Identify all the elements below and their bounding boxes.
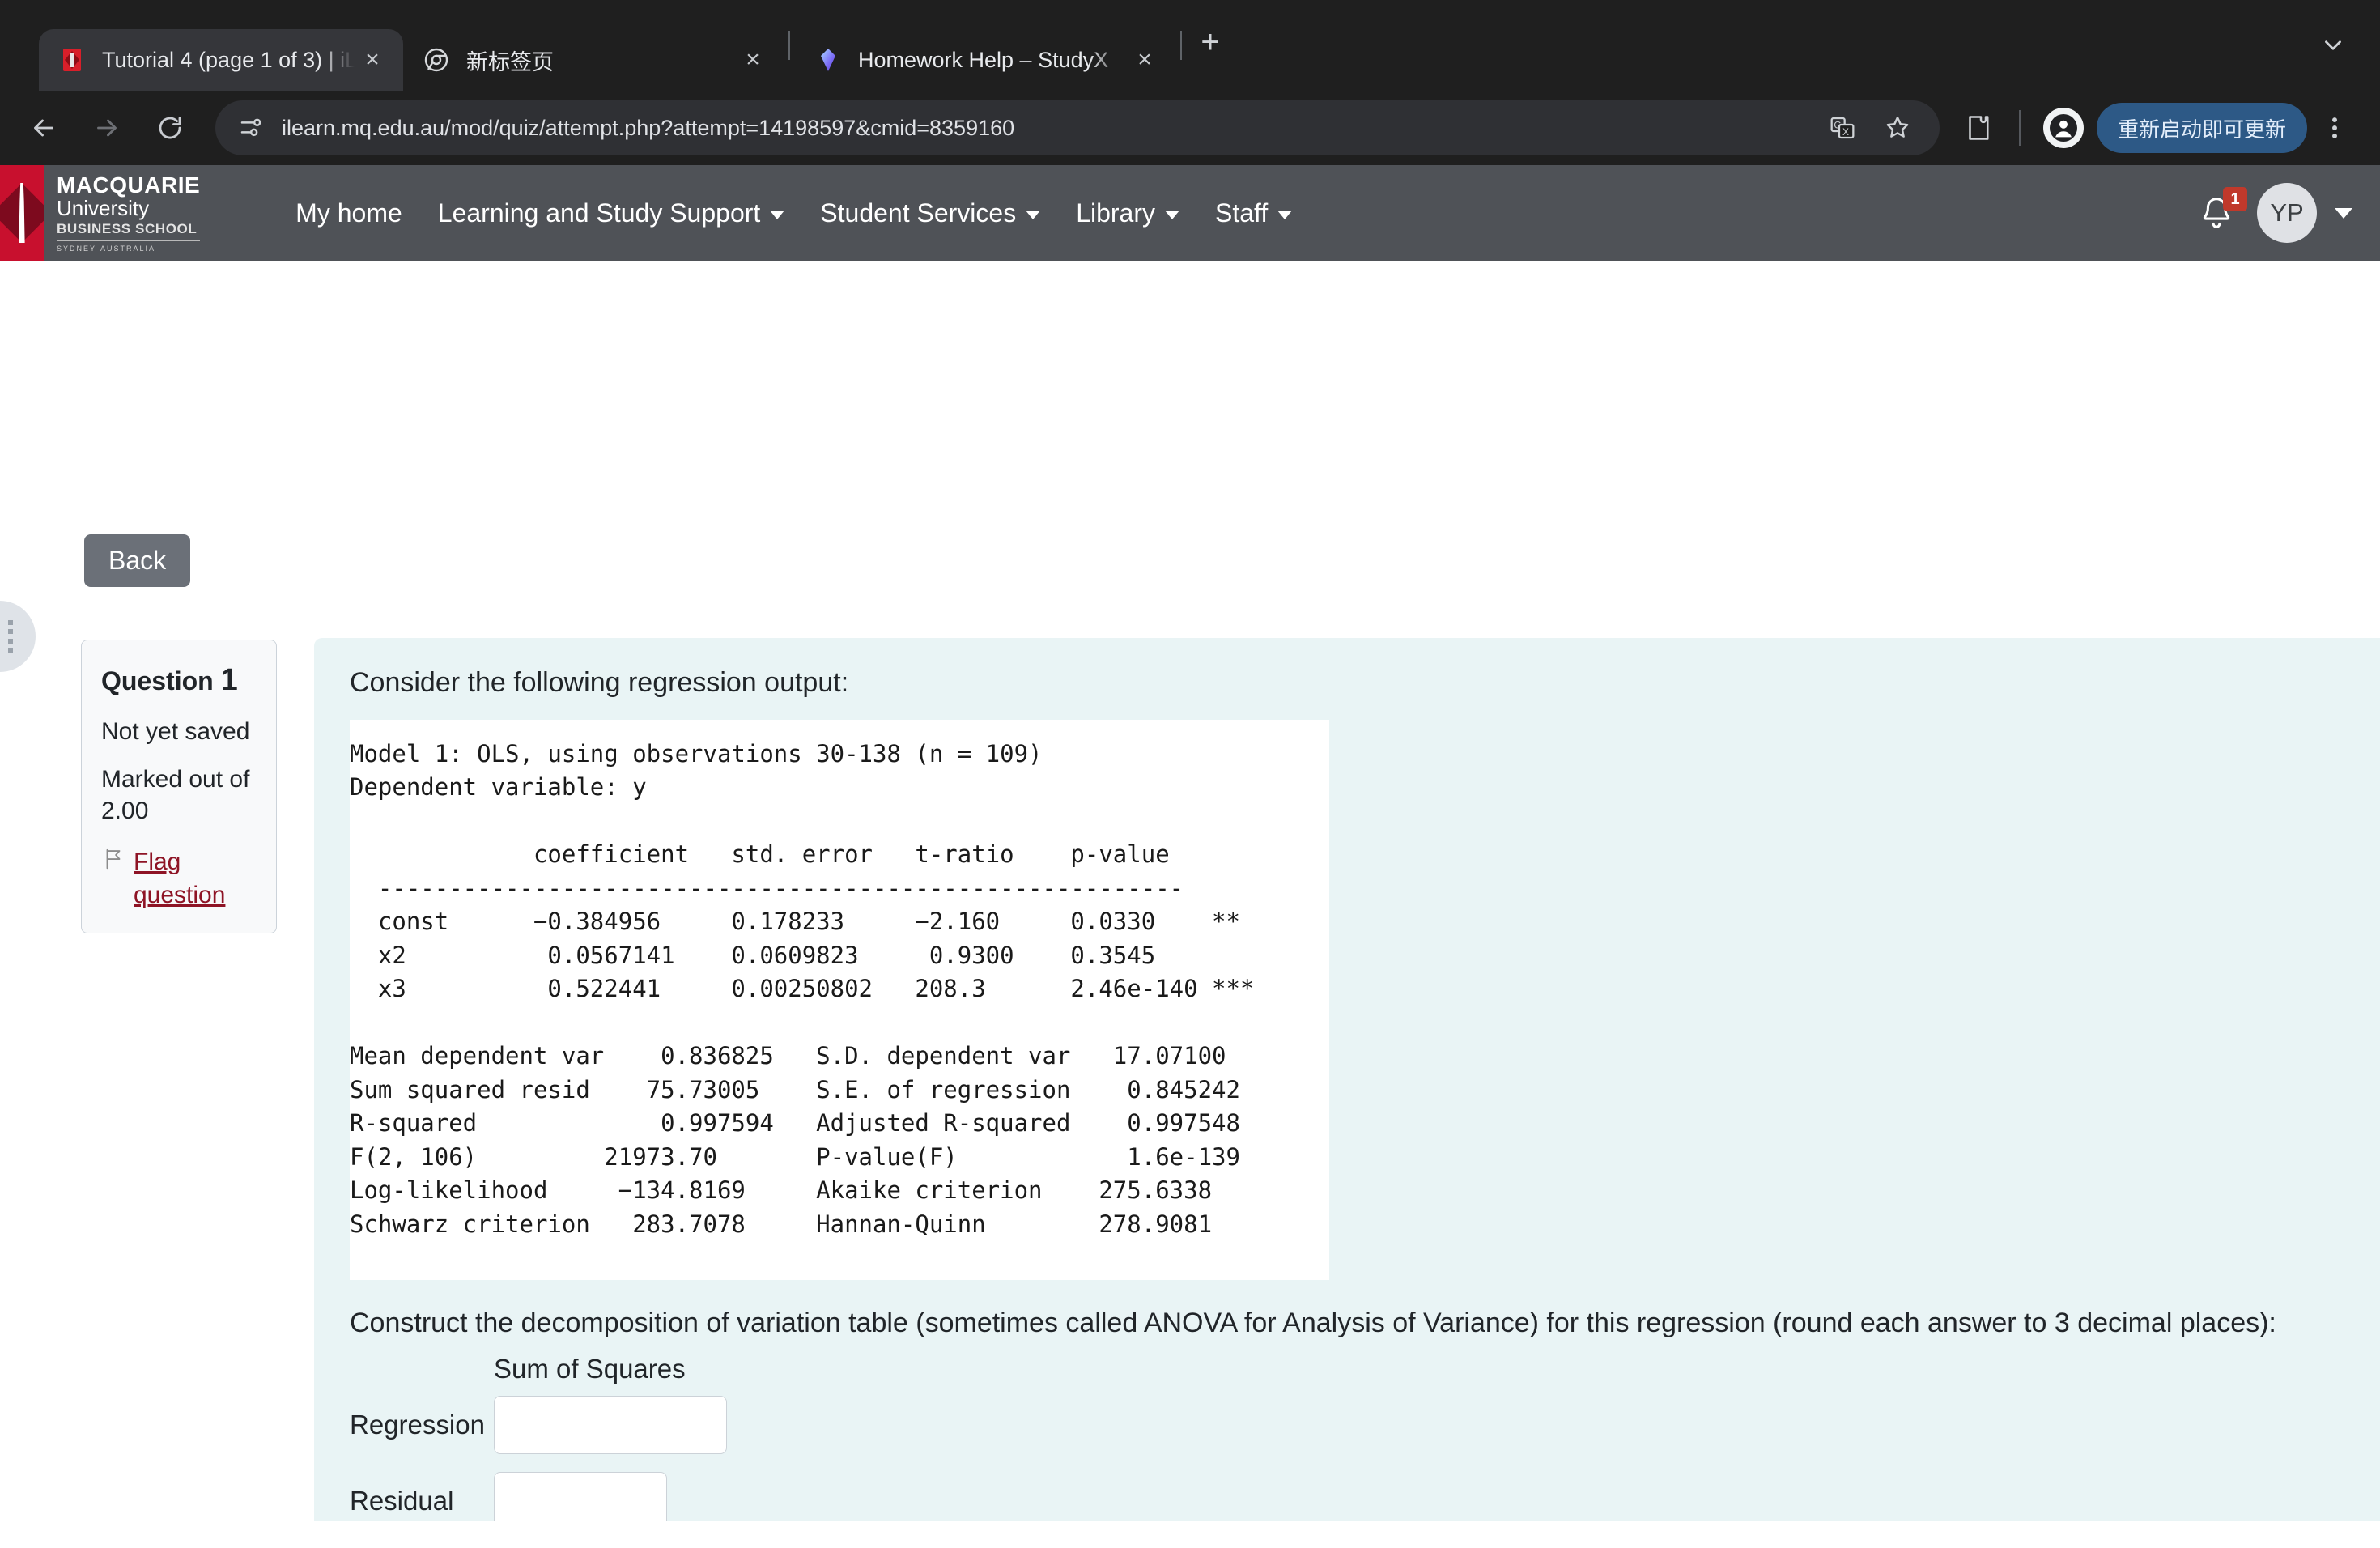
question-number: 1 (220, 663, 238, 697)
chevron-down-icon (770, 210, 785, 219)
reload-icon[interactable] (141, 99, 199, 157)
browser-tab-title: Tutorial 4 (page 1 of 3) | iLearn (102, 47, 355, 72)
close-icon[interactable]: × (735, 42, 771, 78)
browser-tab-title: 新标签页 (466, 49, 554, 74)
browser-chrome: Tutorial 4 (page 1 of 3) | iLearn × 新标签页… (0, 0, 2380, 165)
flag-question-link[interactable]: Flag question (134, 846, 257, 912)
nav-item-label: Staff (1215, 198, 1269, 228)
page-viewport: MACQUARIE University BUSINESS SCHOOL SYD… (0, 165, 2380, 1521)
nav-item-my-home[interactable]: My home (278, 198, 420, 228)
back-navigation-icon[interactable] (15, 99, 73, 157)
chevron-down-icon[interactable] (2310, 23, 2356, 68)
logo-line-3: BUSINESS SCHOOL (57, 220, 201, 242)
close-icon[interactable]: × (1127, 42, 1162, 78)
flag-question-control[interactable]: Flag question (101, 846, 257, 912)
notifications-button[interactable]: 1 (2194, 187, 2247, 236)
studyx-favicon (814, 46, 842, 74)
chevron-down-icon (1026, 210, 1041, 219)
drawer-toggle-handle[interactable] (0, 601, 36, 672)
nav-item-learning-and-study-support[interactable]: Learning and Study Support (420, 198, 803, 228)
browser-tab-3[interactable]: Homework Help – StudyX × (795, 29, 1175, 91)
site-header: MACQUARIE University BUSINESS SCHOOL SYD… (0, 165, 2380, 261)
nav-item-label: Student Services (820, 198, 1017, 228)
browser-tab-2[interactable]: 新标签页 × (403, 29, 784, 91)
question-prompt: Consider the following regression output… (350, 667, 849, 698)
tab-divider (788, 31, 790, 60)
tab-divider (1180, 31, 1182, 60)
nav-item-label: Learning and Study Support (437, 198, 761, 228)
logo-line-1: MACQUARIE (57, 172, 201, 198)
logo-line-2: University (57, 196, 150, 221)
anova-table: Sum of Squares Regression Residual Total… (350, 1354, 2377, 1521)
residual-sum-of-squares-input[interactable] (494, 1472, 667, 1521)
anova-row-residual: Residual (350, 1472, 2377, 1521)
close-icon[interactable]: × (355, 42, 390, 78)
macquarie-logo[interactable]: MACQUARIE University BUSINESS SCHOOL SYD… (0, 165, 201, 261)
question-number-heading: Question 1 (101, 663, 257, 698)
macquarie-crest-icon (0, 165, 44, 261)
chevron-down-icon (1165, 210, 1179, 219)
chrome-favicon (423, 46, 450, 74)
question-save-state: Not yet saved (101, 718, 250, 745)
nav-item-label: Library (1076, 198, 1155, 228)
anova-row-regression: Regression (350, 1396, 2377, 1455)
extensions-icon[interactable] (1953, 102, 2004, 154)
site-navigation: My home Learning and Study Support Stude… (278, 198, 2194, 228)
anova-row-label: Regression (350, 1410, 485, 1440)
translate-icon[interactable]: G X (1818, 104, 1867, 152)
flag-icon (101, 846, 125, 872)
nav-item-label: My home (295, 198, 402, 228)
avatar[interactable]: YP (2257, 183, 2317, 243)
browser-menu-icon[interactable] (2312, 103, 2357, 153)
site-settings-icon[interactable] (233, 109, 270, 147)
back-button[interactable]: Back (84, 534, 191, 587)
svg-text:X: X (1842, 126, 1849, 138)
regression-sum-of-squares-input[interactable] (494, 1396, 727, 1455)
question-word: Question (101, 666, 214, 695)
anova-instruction: Construct the decomposition of variation… (350, 1308, 2276, 1339)
browser-tabstrip: Tutorial 4 (page 1 of 3) | iLearn × 新标签页… (0, 0, 2380, 91)
macquarie-favicon (58, 46, 86, 74)
url-text: ilearn.mq.edu.au/mod/quiz/attempt.php?at… (282, 115, 1015, 140)
question-marks: Marked out of 2.00 (101, 766, 250, 824)
notification-badge: 1 (2223, 187, 2247, 211)
forward-navigation-icon[interactable] (78, 99, 136, 157)
restart-to-update-button[interactable]: 重新启动即可更新 (2096, 103, 2307, 153)
toolbar-divider (2018, 110, 2021, 146)
profile-icon[interactable] (2042, 108, 2084, 148)
browser-tab-1[interactable]: Tutorial 4 (page 1 of 3) | iLearn × (39, 29, 403, 91)
nav-item-staff[interactable]: Staff (1197, 198, 1310, 228)
nav-item-student-services[interactable]: Student Services (802, 198, 1058, 228)
chevron-down-icon (1277, 210, 1293, 219)
grip-dots-icon (8, 620, 13, 653)
anova-column-header: Sum of Squares (494, 1354, 686, 1384)
nav-item-library[interactable]: Library (1058, 198, 1197, 228)
regression-output-block: Model 1: OLS, using observations 30-138 … (350, 720, 1329, 1281)
chevron-down-icon[interactable] (2335, 207, 2352, 219)
anova-row-label: Residual (350, 1486, 454, 1516)
bookmark-star-icon[interactable] (1873, 104, 1922, 152)
new-tab-button[interactable]: + (1187, 19, 1234, 66)
address-bar[interactable]: ilearn.mq.edu.au/mod/quiz/attempt.php?at… (215, 100, 1940, 155)
browser-tab-title: Homework Help – StudyX (858, 47, 1109, 72)
logo-line-4: SYDNEY·AUSTRALIA (57, 245, 156, 253)
browser-toolbar: ilearn.mq.edu.au/mod/quiz/attempt.php?at… (0, 91, 2380, 165)
question-body-panel: Consider the following regression output… (314, 638, 2380, 1521)
question-info-panel: Question 1 Not yet saved Marked out of 2… (81, 640, 277, 933)
